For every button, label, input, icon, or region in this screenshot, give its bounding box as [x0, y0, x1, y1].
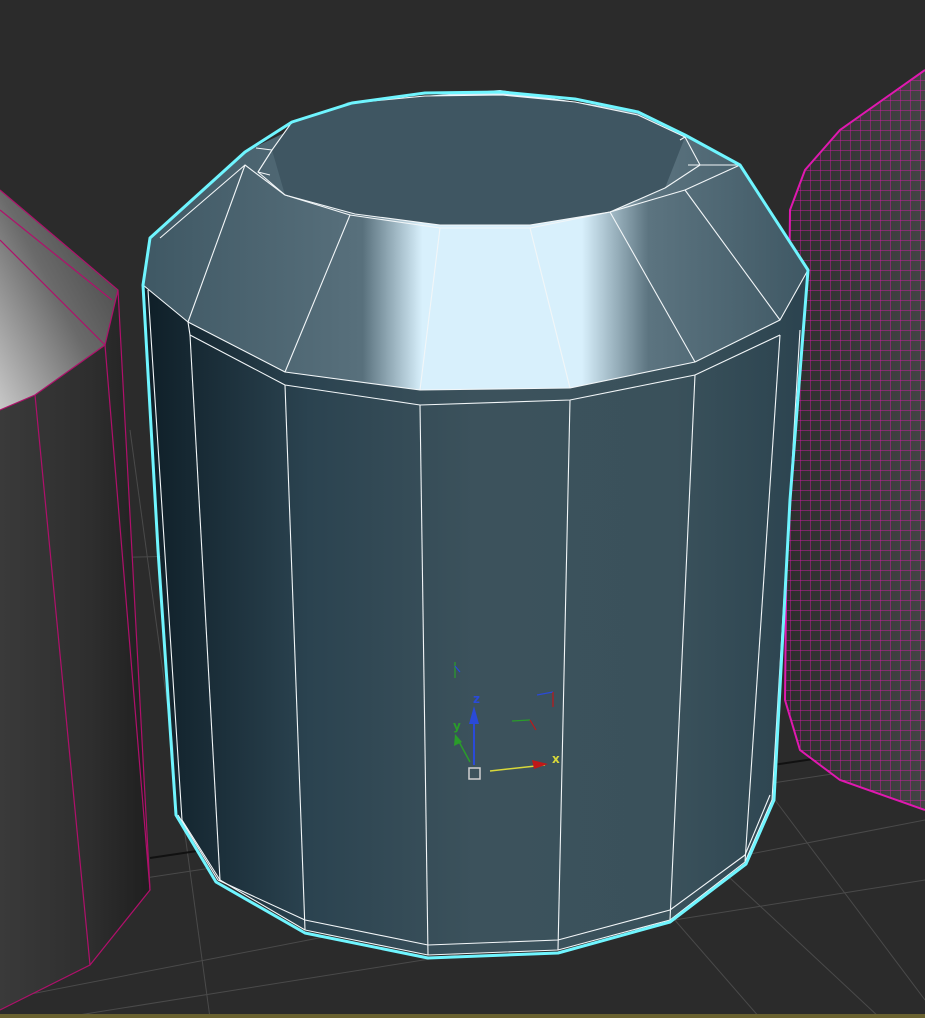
selected-cylinder[interactable]	[141, 90, 810, 960]
viewport-bottom-border	[0, 1014, 925, 1018]
gizmo-z-label: z	[473, 692, 480, 706]
gizmo-y-label: y	[453, 719, 461, 733]
right-object[interactable]	[783, 69, 925, 811]
left-object[interactable]	[0, 189, 151, 1011]
gizmo-x-label: x	[552, 752, 560, 766]
3d-viewport[interactable]: x z y	[0, 0, 925, 1018]
viewport-canvas[interactable]: x z y	[0, 0, 925, 1018]
